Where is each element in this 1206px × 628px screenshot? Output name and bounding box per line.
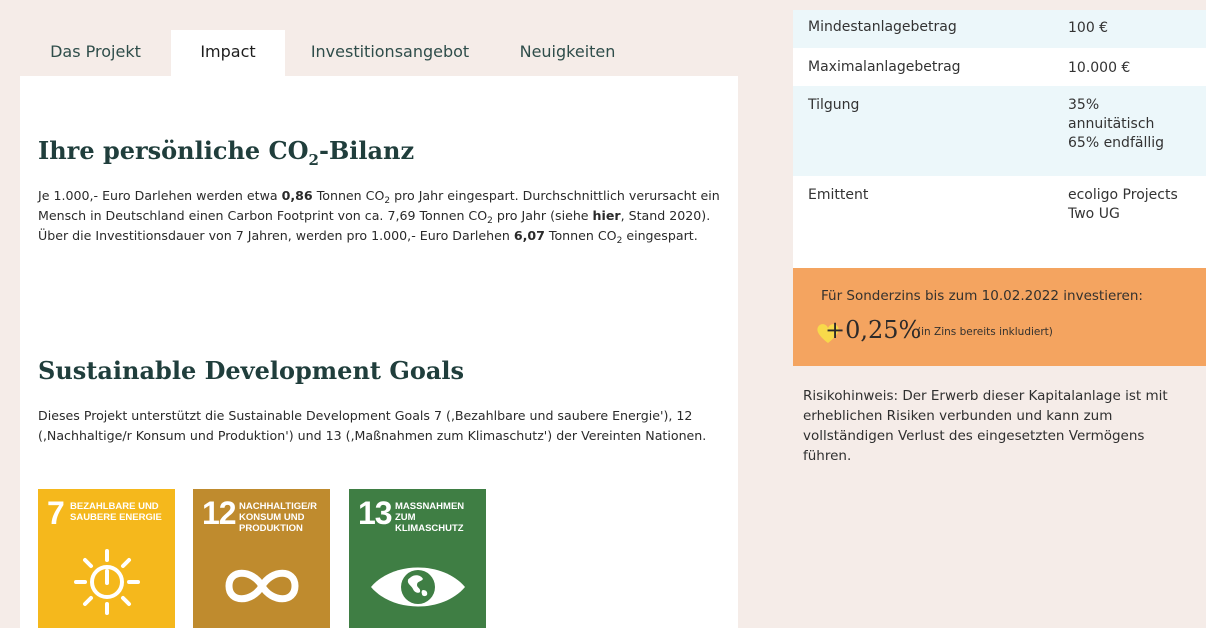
sdg-tile-title: Maßnahmen zum Klimaschutz — [395, 501, 465, 534]
tab-impact[interactable]: Impact — [171, 30, 285, 76]
detail-row-tilgung: Tilgung 35% annuitätisch 65% endfällig — [793, 86, 1206, 176]
detail-row-emittent: Emittent ecoligo Projects Two UG — [793, 176, 1206, 268]
promo-rate: +0,25% — [825, 316, 922, 344]
tab-neuigkeiten[interactable]: Neuigkeiten — [495, 30, 640, 76]
co2-total-value: 6,07 — [513, 228, 545, 243]
tab-das-projekt[interactable]: Das Projekt — [20, 30, 171, 76]
promo-text: Für Sonderzins bis zum 10.02.2022 invest… — [821, 288, 1143, 304]
co2-text: Je 1.000,- Euro Darlehen werden etwa 0,8… — [38, 188, 720, 246]
sdg-tile-title: Nachhaltige/r Konsum und Produktion — [239, 501, 317, 534]
hier-link[interactable]: hier — [593, 208, 621, 223]
risk-notice: Risikohinweis: Der Erwerb dieser Kapital… — [803, 388, 1168, 464]
sdg-tile-title: Bezahlbare und saubere Energie — [70, 501, 162, 523]
tab-bar: Das Projekt Impact Investitionsangebot N… — [20, 30, 640, 76]
sdg-tile-7: 7 Bezahlbare und saubere Energie — [38, 489, 175, 628]
promo-note: (in Zins bereits inkludiert) — [917, 326, 1053, 338]
infinity-loop-icon — [225, 569, 299, 603]
special-interest-banner: Für Sonderzins bis zum 10.02.2022 invest… — [793, 268, 1206, 366]
detail-row-maximalanlagebetrag: Maximalanlagebetrag 10.000 € — [793, 48, 1206, 86]
co2-heading: Ihre persönliche CO2-Bilanz — [38, 136, 415, 169]
sdg-tile-12: 12 Nachhaltige/r Konsum und Produktion — [193, 489, 330, 628]
eye-globe-icon — [371, 567, 465, 607]
main-content: Ihre persönliche CO2-Bilanz Je 1.000,- E… — [20, 76, 738, 628]
sdg-tile-13: 13 Maßnahmen zum Klimaschutz — [349, 489, 486, 628]
tab-investitionsangebot[interactable]: Investitionsangebot — [285, 30, 495, 76]
co2-per-year-value: 0,86 — [281, 188, 313, 203]
sdg-heading: Sustainable Development Goals — [38, 356, 465, 385]
sdg-text: Dieses Projekt unterstützt die Sustainab… — [38, 408, 707, 443]
sun-power-icon — [74, 549, 140, 615]
detail-row-mindestanlagebetrag: Mindestanlagebetrag 100 € — [793, 10, 1206, 48]
